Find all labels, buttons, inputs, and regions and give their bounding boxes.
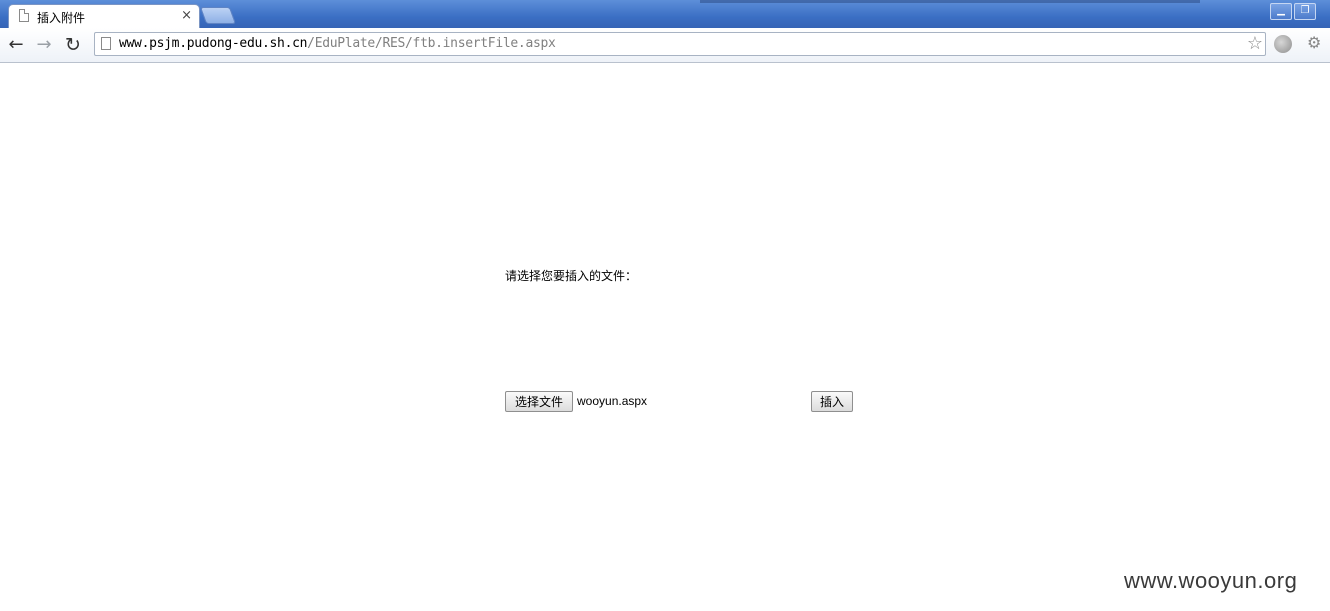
url-host: www.psjm.pudong-edu.sh.cn <box>119 36 308 51</box>
page-action-globe-icon[interactable] <box>1274 35 1292 53</box>
forward-icon[interactable]: → <box>33 34 55 56</box>
address-bar[interactable]: www.psjm.pudong-edu.sh.cn/EduPlate/RES/f… <box>94 32 1266 56</box>
file-prompt-label: 请选择您要插入的文件： <box>505 269 638 283</box>
minimize-icon[interactable]: ▁ <box>1270 3 1292 20</box>
restore-icon[interactable]: ❐ <box>1294 3 1316 20</box>
page-icon <box>19 9 29 22</box>
watermark: www.wooyun.org <box>1124 568 1298 593</box>
url-path: /EduPlate/RES/ftb.insertFile.aspx <box>307 36 556 51</box>
selected-file-name: wooyun.aspx <box>577 394 648 408</box>
choose-file-button[interactable]: 选择文件 <box>505 391 573 412</box>
browser-tab[interactable]: 插入附件 × <box>8 4 200 29</box>
titlebar-shine <box>700 0 1200 3</box>
reload-icon[interactable]: ↻ <box>62 34 84 56</box>
url-text[interactable]: www.psjm.pudong-edu.sh.cn/EduPlate/RES/f… <box>119 36 556 51</box>
tab-title: 插入附件 <box>37 11 86 25</box>
page-icon <box>101 37 111 50</box>
title-bar: 插入附件 × ▁ ❐ <box>0 0 1330 29</box>
wrench-menu-icon[interactable]: ⚙ <box>1307 33 1321 52</box>
close-icon[interactable]: × <box>181 8 192 24</box>
browser-toolbar: ← → ↻ www.psjm.pudong-edu.sh.cn/EduPlate… <box>0 28 1330 63</box>
bookmark-star-icon[interactable]: ☆ <box>1247 33 1263 54</box>
insert-button[interactable]: 插入 <box>811 391 853 412</box>
back-icon[interactable]: ← <box>5 34 27 56</box>
new-tab-button[interactable] <box>199 7 237 24</box>
